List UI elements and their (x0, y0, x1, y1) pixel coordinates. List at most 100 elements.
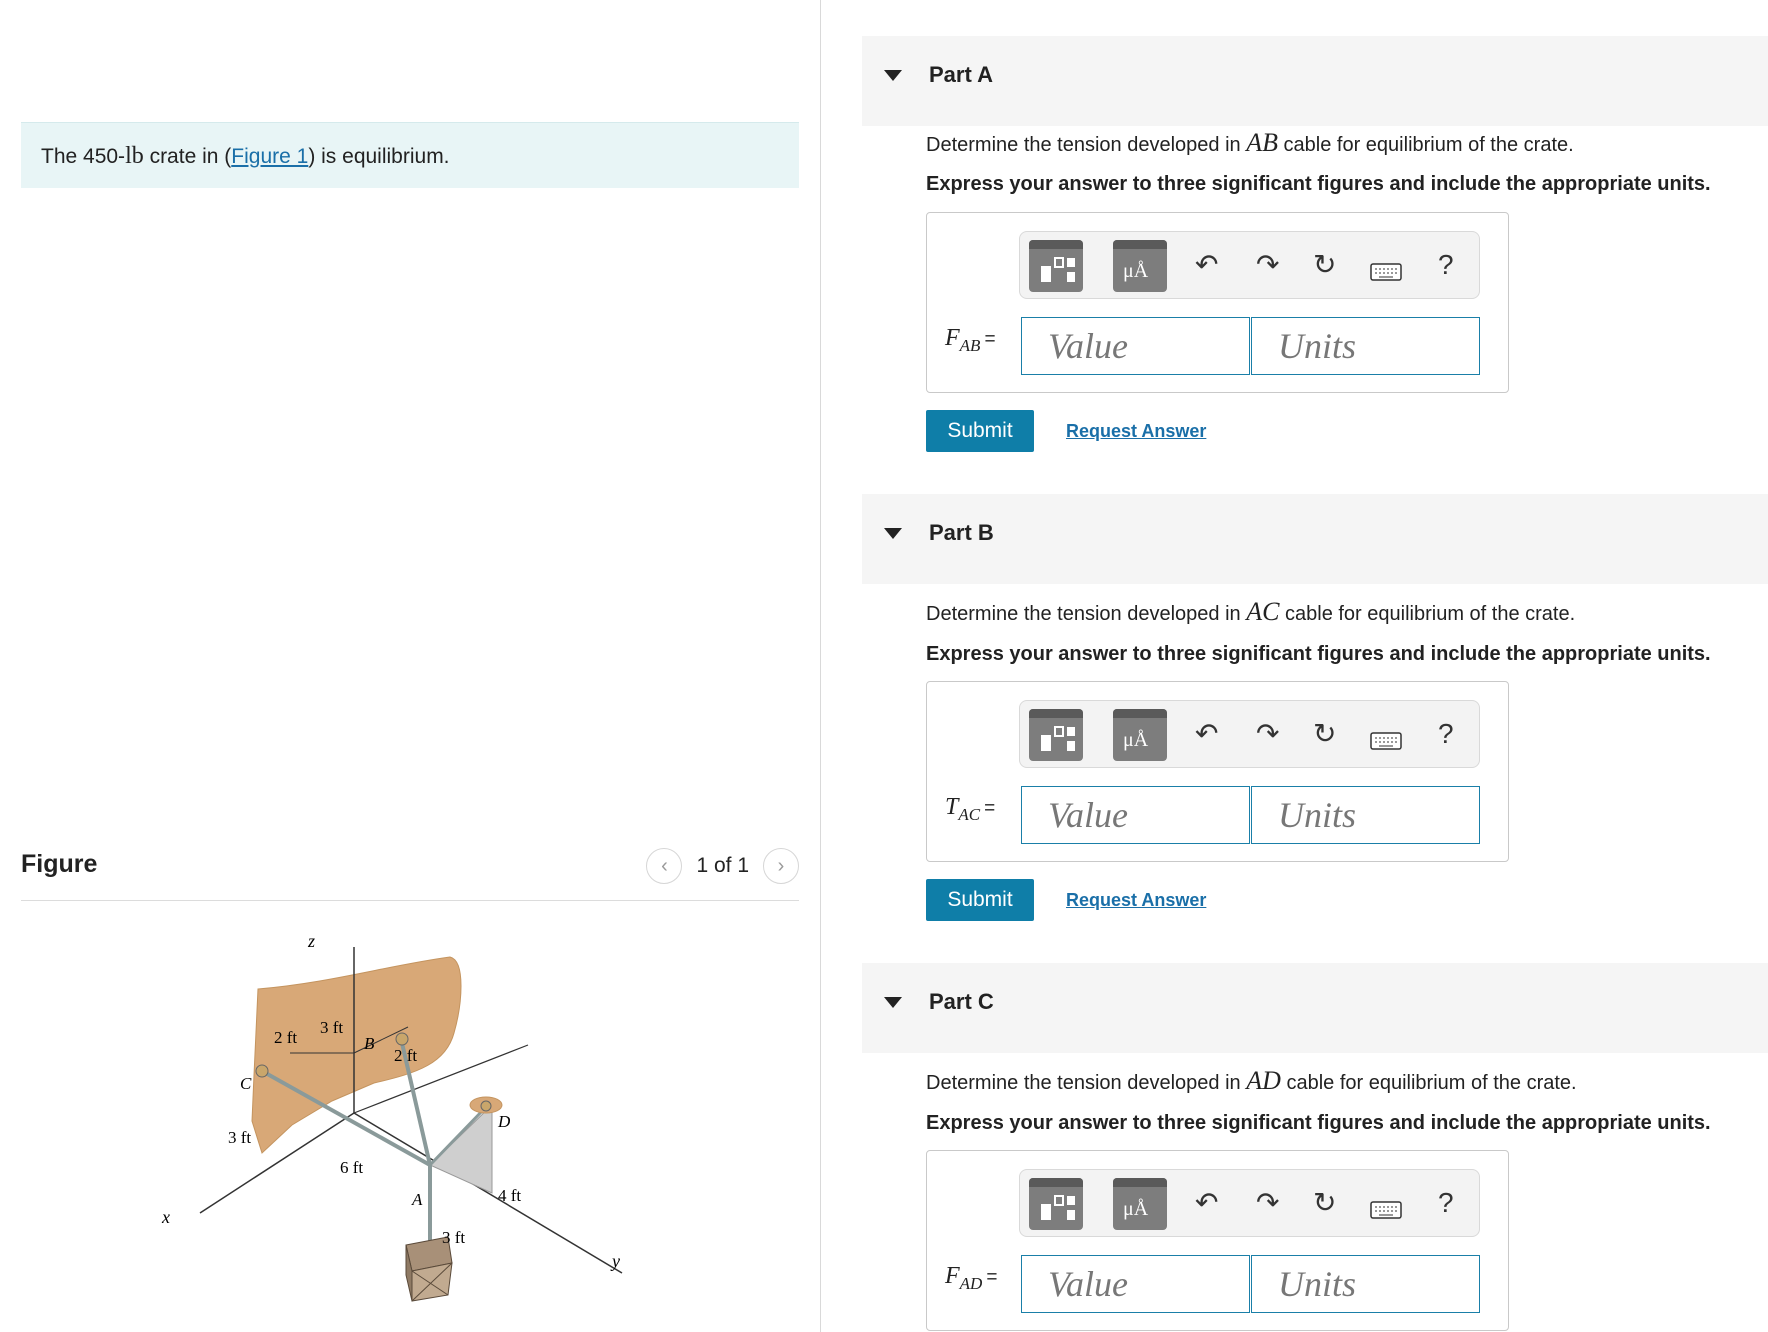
part-b-answer-box: μÅ ↶ ↷ ↻ ? TAC = Value Units (926, 681, 1509, 862)
shaded-triangle (429, 1103, 493, 1194)
label-2ft-top: 2 ft (274, 1028, 297, 1047)
part-label: Part A (929, 62, 993, 87)
redo-icon[interactable]: ↷ (1256, 1189, 1279, 1217)
units-symbols-icon[interactable]: μÅ (1113, 240, 1167, 292)
redo-icon[interactable]: ↷ (1256, 251, 1279, 279)
question-text: Determine the tension developed in (926, 134, 1247, 156)
var-subscript: AB (959, 335, 981, 355)
collapse-triangle-icon[interactable] (884, 997, 902, 1008)
part-a-question: Determine the tension developed in AB ca… (926, 128, 1574, 158)
templates-icon[interactable] (1029, 709, 1083, 761)
label-z: z (307, 931, 315, 951)
equals-sign: = (986, 1267, 998, 1288)
reset-icon[interactable]: ↻ (1313, 720, 1336, 748)
reset-icon[interactable]: ↻ (1313, 1189, 1336, 1217)
cable-name: AB (1246, 128, 1278, 157)
problem-text: ) is equilibrium. (308, 145, 450, 168)
figure-header: Figure ‹ 1 of 1 › (21, 840, 799, 901)
units-input[interactable]: Units (1251, 786, 1480, 844)
units-symbols-icon[interactable]: μÅ (1113, 709, 1167, 761)
equals-sign: = (984, 329, 996, 350)
label-2ft-right: 2 ft (394, 1046, 417, 1065)
label-3ft-top: 3 ft (320, 1018, 343, 1037)
units-symbol-text: μÅ (1123, 1198, 1149, 1220)
chevron-right-icon[interactable]: › (763, 848, 799, 884)
keyboard-icon[interactable] (1370, 258, 1402, 286)
undo-icon[interactable]: ↶ (1195, 720, 1218, 748)
label-3ft-bottom: 3 ft (442, 1228, 465, 1247)
units-symbols-icon[interactable]: μÅ (1113, 1178, 1167, 1230)
part-c-question: Determine the tension developed in AD ca… (926, 1066, 1577, 1096)
question-text: Determine the tension developed in (926, 1072, 1247, 1094)
pager-text: 1 of 1 (696, 854, 749, 877)
var-subscript: AC (958, 804, 981, 824)
label-b: B (364, 1034, 375, 1053)
part-label: Part B (929, 520, 994, 545)
submit-button[interactable]: Submit (926, 410, 1034, 452)
figure-link[interactable]: Figure 1 (231, 145, 308, 168)
part-c-instruction: Express your answer to three significant… (926, 1112, 1711, 1134)
label-4ft: 4 ft (498, 1186, 521, 1205)
problem-unit: lb (125, 143, 144, 169)
label-a: A (411, 1190, 423, 1209)
value-input[interactable]: Value (1021, 1255, 1250, 1313)
problem-text: crate in ( (143, 145, 232, 168)
cable-name: AD (1246, 1066, 1281, 1095)
panel-divider (820, 0, 821, 1332)
templates-icon[interactable] (1029, 1178, 1083, 1230)
part-a-instruction: Express your answer to three significant… (926, 173, 1711, 195)
units-input[interactable]: Units (1251, 1255, 1480, 1313)
label-6ft: 6 ft (340, 1158, 363, 1177)
left-panel: The 450-lb crate in (Figure 1) is equili… (0, 0, 820, 1332)
label-c: C (240, 1074, 252, 1093)
label-x: x (161, 1207, 170, 1227)
chevron-left-icon[interactable]: ‹ (646, 848, 683, 884)
variable-label: TAC = (945, 794, 995, 825)
var-name: F (945, 325, 960, 351)
redo-icon[interactable]: ↷ (1256, 720, 1279, 748)
part-b-instruction: Express your answer to three significant… (926, 643, 1711, 665)
part-c-header[interactable]: Part C (862, 963, 1768, 1053)
part-b-header[interactable]: Part B (862, 494, 1768, 584)
reset-icon[interactable]: ↻ (1313, 251, 1336, 279)
collapse-triangle-icon[interactable] (884, 70, 902, 81)
help-icon[interactable]: ? (1438, 1189, 1454, 1217)
label-y: y (610, 1251, 620, 1271)
math-toolbar: μÅ ↶ ↷ ↻ ? (1019, 1169, 1480, 1237)
cable-name: AC (1246, 597, 1280, 626)
part-label: Part C (929, 989, 994, 1014)
units-symbol-text: μÅ (1123, 729, 1149, 751)
collapse-triangle-icon[interactable] (884, 528, 902, 539)
var-name: T (945, 794, 959, 820)
help-icon[interactable]: ? (1438, 251, 1454, 279)
problem-text: The 450- (41, 145, 126, 168)
keyboard-icon[interactable] (1370, 1196, 1402, 1224)
undo-icon[interactable]: ↶ (1195, 251, 1218, 279)
question-text: cable for equilibrium of the crate. (1280, 1072, 1577, 1094)
part-a-answer-box: μÅ ↶ ↷ ↻ ? FAB = Value Units (926, 212, 1509, 393)
keyboard-icon[interactable] (1370, 727, 1402, 755)
figure-title: Figure (21, 850, 98, 878)
request-answer-link[interactable]: Request Answer (1066, 890, 1206, 911)
part-c-answer-box: μÅ ↶ ↷ ↻ ? FAD = Value Units (926, 1150, 1509, 1331)
value-input[interactable]: Value (1021, 317, 1250, 375)
question-text: cable for equilibrium of the crate. (1279, 603, 1576, 625)
variable-label: FAB = (945, 325, 996, 356)
value-input[interactable]: Value (1021, 786, 1250, 844)
part-b-question: Determine the tension developed in AC ca… (926, 597, 1575, 627)
math-toolbar: μÅ ↶ ↷ ↻ ? (1019, 700, 1480, 768)
help-icon[interactable]: ? (1438, 720, 1454, 748)
submit-button[interactable]: Submit (926, 879, 1034, 921)
question-text: cable for equilibrium of the crate. (1277, 134, 1574, 156)
problem-statement: The 450-lb crate in (Figure 1) is equili… (21, 122, 799, 188)
variable-label: FAD = (945, 1263, 997, 1294)
var-subscript: AD (959, 1273, 983, 1293)
undo-icon[interactable]: ↶ (1195, 1189, 1218, 1217)
equals-sign: = (984, 798, 996, 819)
templates-icon[interactable] (1029, 240, 1083, 292)
part-a-header[interactable]: Part A (862, 36, 1768, 126)
request-answer-link[interactable]: Request Answer (1066, 421, 1206, 442)
figure-diagram: z x y 2 ft 3 ft B 2 ft C 3 ft 6 ft A D 4… (161, 931, 623, 1302)
label-3ft-left: 3 ft (228, 1128, 251, 1147)
units-input[interactable]: Units (1251, 317, 1480, 375)
